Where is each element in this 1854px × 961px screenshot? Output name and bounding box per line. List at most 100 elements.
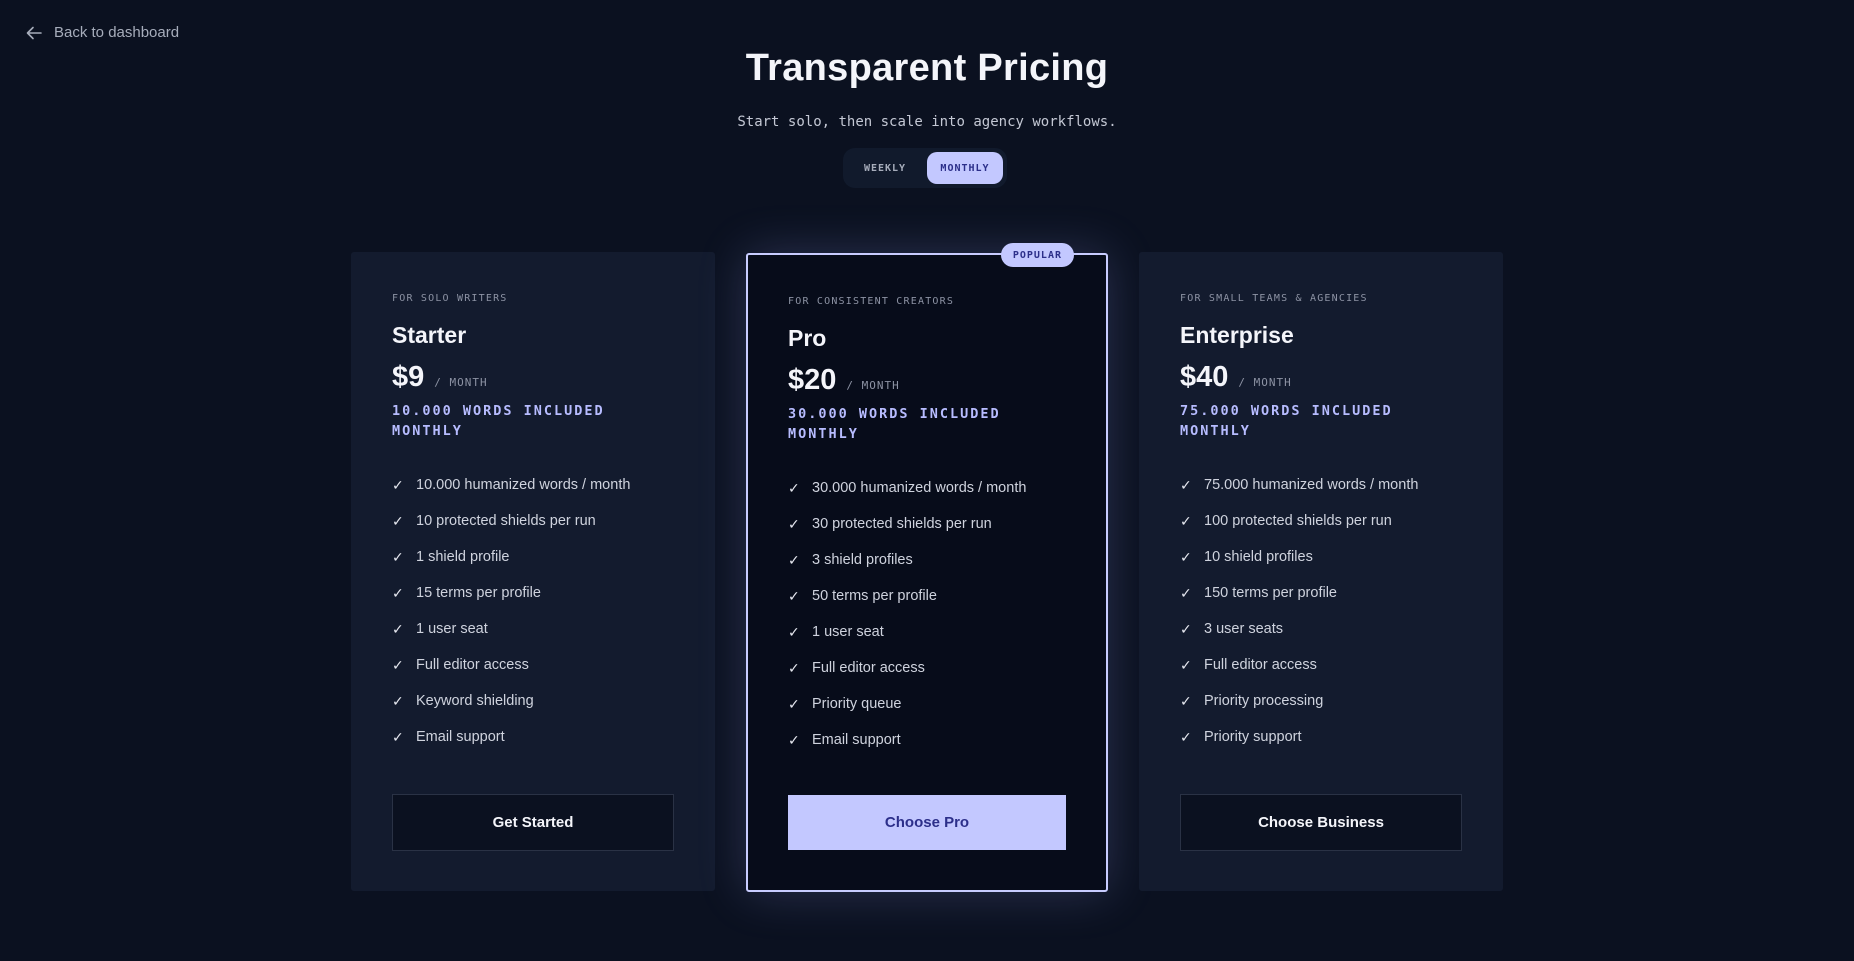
- choose-pro-button[interactable]: Choose Pro: [788, 795, 1066, 850]
- plan-price: $40: [1180, 361, 1229, 393]
- check-icon: ✓: [392, 692, 404, 709]
- plan-kicker: FOR SMALL TEAMS & AGENCIES: [1180, 293, 1368, 304]
- check-icon: ✓: [392, 584, 404, 601]
- check-icon: ✓: [788, 731, 800, 748]
- toggle-monthly[interactable]: MONTHLY: [927, 152, 1003, 184]
- check-icon: ✓: [788, 659, 800, 676]
- feature-item: ✓ 30 protected shields per run: [788, 506, 1066, 542]
- feature-item: ✓ 10 shield profiles: [1180, 539, 1462, 575]
- feature-text: Priority queue: [812, 696, 902, 712]
- feature-item: ✓ 3 user seats: [1180, 611, 1462, 647]
- check-icon: ✓: [1180, 548, 1192, 565]
- feature-item: ✓ 10 protected shields per run: [392, 503, 674, 539]
- plan-price: $9: [392, 361, 425, 393]
- check-icon: ✓: [1180, 692, 1192, 709]
- feature-item: ✓ Priority processing: [1180, 683, 1462, 719]
- feature-text: 1 shield profile: [416, 549, 510, 565]
- feature-text: 10 protected shields per run: [416, 513, 596, 529]
- feature-list: ✓ 75.000 humanized words / month ✓ 100 pro…: [1180, 467, 1462, 755]
- words-included: 75.000 WORDS INCLUDED MONTHLY: [1180, 403, 1393, 439]
- feature-item: ✓ Email support: [392, 719, 674, 755]
- feature-text: Email support: [416, 729, 505, 745]
- check-icon: ✓: [788, 479, 800, 496]
- feature-item: ✓ Priority support: [1180, 719, 1462, 755]
- feature-item: ✓ 100 protected shields per run: [1180, 503, 1462, 539]
- feature-item: ✓ 30.000 humanized words / month: [788, 470, 1066, 506]
- check-icon: ✓: [788, 515, 800, 532]
- check-icon: ✓: [1180, 656, 1192, 673]
- feature-text: 75.000 humanized words / month: [1204, 477, 1419, 493]
- feature-item: ✓ Full editor access: [1180, 647, 1462, 683]
- feature-item: ✓ Keyword shielding: [392, 683, 674, 719]
- choose-business-button[interactable]: Choose Business: [1180, 794, 1462, 851]
- plan-name: Starter: [392, 322, 467, 348]
- plan-period: / MONTH: [1238, 376, 1292, 389]
- feature-item: ✓ 1 user seat: [392, 611, 674, 647]
- feature-text: Priority support: [1204, 729, 1302, 745]
- arrow-left-icon: [26, 26, 42, 40]
- plan-kicker: FOR CONSISTENT CREATORS: [788, 296, 955, 307]
- check-icon: ✓: [1180, 620, 1192, 637]
- billing-period-toggle: WEEKLY MONTHLY: [843, 148, 1007, 188]
- check-icon: ✓: [1180, 512, 1192, 529]
- feature-text: Full editor access: [416, 657, 529, 673]
- back-to-dashboard-link[interactable]: Back to dashboard: [26, 24, 179, 41]
- feature-text: 10.000 humanized words / month: [416, 477, 631, 493]
- feature-list: ✓ 10.000 humanized words / month ✓ 10 prot…: [392, 467, 674, 755]
- page-title: Transparent Pricing: [745, 47, 1109, 89]
- feature-text: 10 shield profiles: [1204, 549, 1313, 565]
- words-included: 10.000 WORDS INCLUDED MONTHLY: [392, 403, 605, 439]
- feature-text: Full editor access: [812, 660, 925, 676]
- feature-text: 15 terms per profile: [416, 585, 541, 601]
- feature-text: Full editor access: [1204, 657, 1317, 673]
- feature-item: ✓ 15 terms per profile: [392, 575, 674, 611]
- words-included: 30.000 WORDS INCLUDED MONTHLY: [788, 406, 1001, 442]
- feature-text: 150 terms per profile: [1204, 585, 1337, 601]
- feature-item: ✓ 75.000 humanized words / month: [1180, 467, 1462, 503]
- plan-card-enterprise: FOR SMALL TEAMS & AGENCIES Enterprise $4…: [1139, 252, 1503, 891]
- back-link-label: Back to dashboard: [54, 24, 180, 41]
- feature-list: ✓ 30.000 humanized words / month ✓ 30 prot…: [788, 470, 1066, 758]
- check-icon: ✓: [1180, 584, 1192, 601]
- feature-text: 3 user seats: [1204, 621, 1283, 637]
- price-row: $9 / MONTH: [392, 360, 674, 394]
- plan-name: Pro: [788, 325, 827, 351]
- feature-text: 30 protected shields per run: [812, 516, 992, 532]
- feature-text: Keyword shielding: [416, 693, 534, 709]
- plan-name: Enterprise: [1180, 322, 1294, 348]
- feature-text: Email support: [812, 732, 901, 748]
- get-started-button[interactable]: Get Started: [392, 794, 674, 851]
- feature-item: ✓ 10.000 humanized words / month: [392, 467, 674, 503]
- feature-text: 3 shield profiles: [812, 552, 913, 568]
- check-icon: ✓: [788, 587, 800, 604]
- check-icon: ✓: [788, 551, 800, 568]
- plan-period: / MONTH: [434, 376, 488, 389]
- feature-text: 50 terms per profile: [812, 588, 937, 604]
- check-icon: ✓: [392, 728, 404, 745]
- feature-text: 1 user seat: [812, 624, 884, 640]
- plan-price: $20: [788, 364, 837, 396]
- feature-text: 100 protected shields per run: [1204, 513, 1392, 529]
- feature-item: ✓ 150 terms per profile: [1180, 575, 1462, 611]
- price-row: $20 / MONTH: [788, 363, 1066, 397]
- feature-text: 30.000 humanized words / month: [812, 480, 1027, 496]
- check-icon: ✓: [392, 512, 404, 529]
- check-icon: ✓: [788, 623, 800, 640]
- check-icon: ✓: [1180, 728, 1192, 745]
- feature-text: 1 user seat: [416, 621, 488, 637]
- check-icon: ✓: [1180, 476, 1192, 493]
- check-icon: ✓: [788, 695, 800, 712]
- feature-item: ✓ 3 shield profiles: [788, 542, 1066, 578]
- plan-card-pro: POPULAR FOR CONSISTENT CREATORS Pro $20 …: [746, 243, 1108, 892]
- check-icon: ✓: [392, 656, 404, 673]
- feature-item: ✓ 1 shield profile: [392, 539, 674, 575]
- page-subtitle: Start solo, then scale into agency workf…: [737, 114, 1117, 130]
- check-icon: ✓: [392, 620, 404, 637]
- price-row: $40 / MONTH: [1180, 360, 1462, 394]
- plan-card-starter: FOR SOLO WRITERS Starter $9 / MONTH 10.0…: [351, 252, 715, 891]
- feature-item: ✓ 1 user seat: [788, 614, 1066, 650]
- feature-item: ✓ Email support: [788, 722, 1066, 758]
- feature-item: ✓ Full editor access: [788, 650, 1066, 686]
- feature-item: ✓ Full editor access: [392, 647, 674, 683]
- toggle-weekly[interactable]: WEEKLY: [847, 152, 923, 184]
